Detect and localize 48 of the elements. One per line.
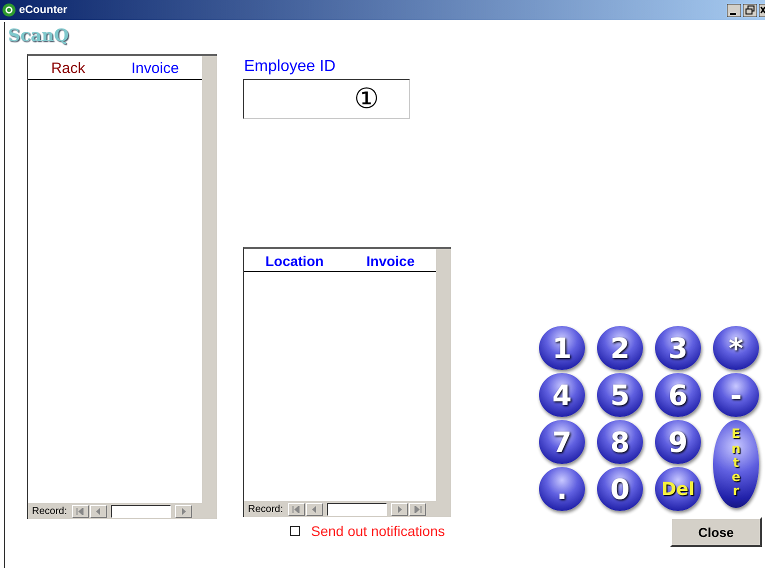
keypad-key[interactable]: 1 — [539, 326, 585, 370]
skip-arrow-icon — [76, 508, 86, 514]
skip-arrow-icon — [413, 506, 422, 512]
keypad-key[interactable]: 5 — [597, 373, 643, 417]
arrow-icon — [179, 508, 188, 514]
first-record-button[interactable] — [72, 504, 90, 518]
record-field[interactable] — [111, 504, 172, 518]
restore-icon[interactable] — [743, 4, 757, 16]
field-label: Employee ID — [244, 58, 337, 76]
keypad-key[interactable]: Del — [655, 467, 701, 511]
keypad-key[interactable]: 0 — [597, 467, 643, 511]
keypad-key[interactable]: * — [713, 326, 759, 370]
close-button[interactable]: Close — [670, 517, 762, 547]
scrollbar[interactable] — [436, 249, 451, 517]
app-icon — [2, 3, 16, 17]
checkbox[interactable] — [290, 526, 300, 536]
prev-record-button[interactable] — [306, 502, 324, 516]
enter-key[interactable]: Enter — [713, 420, 759, 508]
record-label: Record: — [32, 506, 68, 516]
scrollbar[interactable] — [202, 56, 217, 519]
keypad-key[interactable]: 7 — [539, 420, 585, 464]
app-logo: ScanQ — [8, 26, 70, 46]
next-record-button[interactable] — [391, 502, 408, 516]
close-icon[interactable] — [759, 4, 765, 16]
column-header: Location — [265, 253, 324, 269]
keypad-key[interactable]: 6 — [655, 373, 701, 417]
column-header: Rack — [51, 60, 86, 77]
prev-record-button[interactable] — [90, 504, 108, 518]
column-header: Invoice — [366, 253, 415, 269]
next-record-button[interactable] — [175, 504, 192, 518]
first-record-button[interactable] — [288, 502, 306, 516]
record-field[interactable] — [327, 502, 388, 516]
keypad-key[interactable]: 9 — [655, 420, 701, 464]
window-title: eCounter — [19, 4, 68, 16]
keypad-key[interactable]: . — [539, 467, 585, 511]
record-label: Record: — [248, 504, 284, 514]
employee-id-field[interactable]: ① — [243, 79, 410, 119]
arrow-icon — [395, 506, 404, 512]
keypad-key[interactable]: 4 — [539, 373, 585, 417]
keypad-key[interactable]: - — [713, 373, 759, 417]
checkbox-label: Send out notifications — [311, 523, 445, 539]
skip-arrow-icon — [292, 506, 302, 512]
minimize-icon[interactable] — [727, 4, 741, 16]
keypad-key[interactable]: 3 — [655, 326, 701, 370]
column-header: Invoice — [131, 60, 179, 77]
last-record-button[interactable] — [409, 502, 426, 516]
keypad-key[interactable]: 2 — [597, 326, 643, 370]
keypad-key[interactable]: 8 — [597, 420, 643, 464]
